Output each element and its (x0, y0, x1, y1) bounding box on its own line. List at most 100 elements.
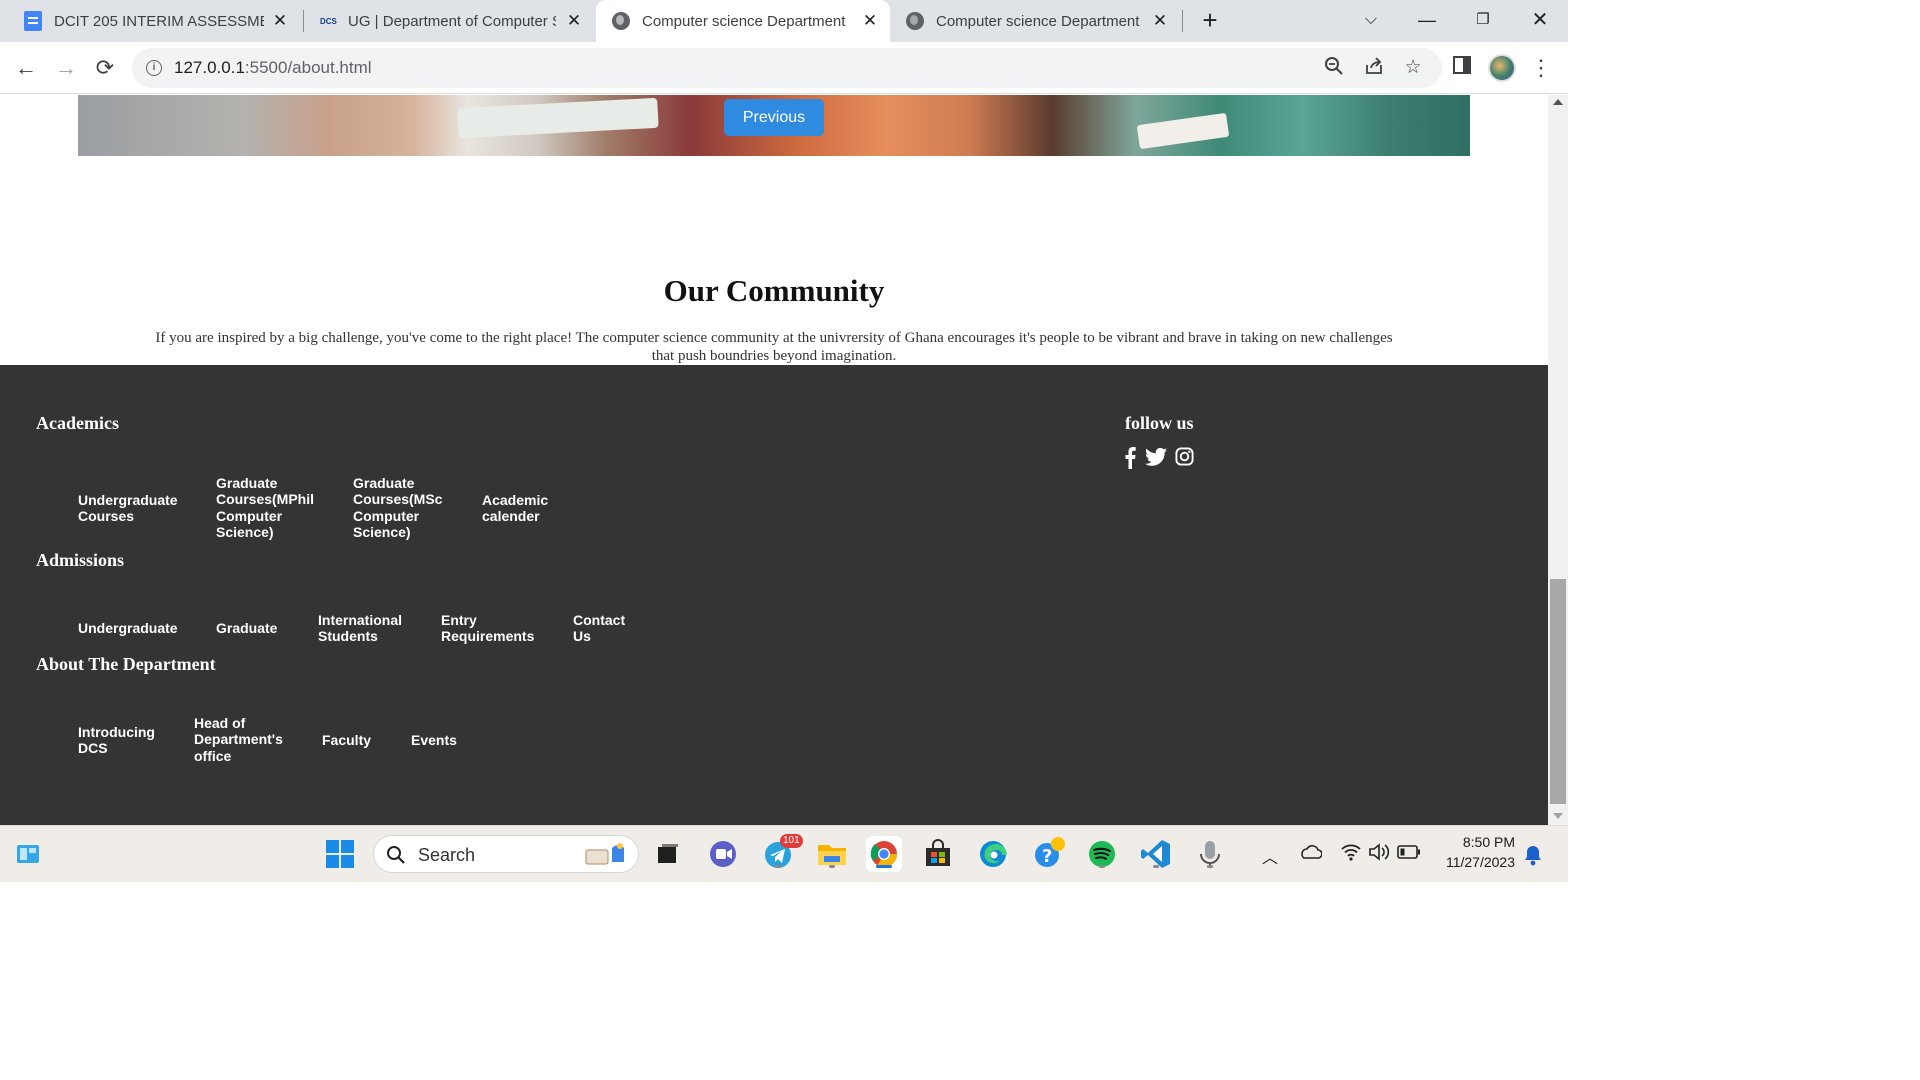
reload-button[interactable]: ⟳ (91, 54, 119, 82)
battery-icon[interactable] (1397, 844, 1421, 865)
url-text: 127.0.0.1:5500/about.html (174, 58, 372, 78)
close-icon[interactable]: ✕ (564, 11, 584, 31)
previous-button[interactable]: Previous (724, 99, 824, 136)
notification-bell-icon[interactable] (1523, 844, 1543, 871)
tab-ug-department[interactable]: DCS UG | Department of Computer S ✕ (304, 0, 594, 42)
edge-icon[interactable] (975, 836, 1011, 872)
globe-icon (612, 12, 630, 30)
hero-book-shape (457, 97, 659, 139)
footer-link-hod-office[interactable]: Head of Department's office (194, 715, 294, 764)
share-icon[interactable] (1362, 56, 1386, 80)
onedrive-icon[interactable] (1298, 842, 1323, 867)
clock-time[interactable]: 8:50 PM (1430, 834, 1515, 850)
bookmark-star-icon[interactable]: ☆ (1401, 56, 1425, 80)
tab-computer-science[interactable]: Computer science Department ✕ (890, 0, 1180, 42)
show-hidden-icons-chevron-icon[interactable]: ︿ (1262, 844, 1278, 868)
search-icon (387, 846, 405, 864)
chrome-icon[interactable] (866, 836, 902, 872)
url-host: 127.0.0.1 (174, 58, 245, 77)
close-icon[interactable]: ✕ (270, 11, 290, 31)
page-scrollbar[interactable] (1548, 95, 1568, 825)
new-tab-button[interactable]: + (1196, 6, 1224, 34)
microsoft-store-icon[interactable] (920, 836, 956, 872)
running-indicator (829, 865, 835, 868)
footer-link-undergraduate[interactable]: Undergraduate (78, 620, 188, 636)
footer-link-contact-us[interactable]: Contact Us (573, 612, 633, 645)
back-button[interactable]: ← (12, 54, 40, 82)
forward-button[interactable]: → (52, 54, 80, 82)
close-icon[interactable]: ✕ (860, 11, 880, 31)
running-indicator (1099, 865, 1105, 868)
scroll-down-arrow-icon[interactable] (1553, 813, 1563, 819)
community-description: If you are inspired by a big challenge, … (155, 330, 1393, 364)
teams-chat-icon[interactable] (705, 836, 741, 872)
active-indicator (876, 865, 892, 868)
telegram-icon[interactable]: 101 (760, 834, 803, 872)
footer-link-graduate[interactable]: Graduate (216, 620, 296, 636)
address-bar[interactable]: i 127.0.0.1:5500/about.html ☆ (132, 48, 1442, 88)
task-view-icon[interactable] (650, 836, 686, 872)
running-indicator (775, 865, 781, 868)
footer-link-international-students[interactable]: International Students (318, 612, 414, 645)
widgets-icon[interactable] (10, 836, 46, 872)
site-footer: Academics Undergraduate Courses Graduate… (0, 365, 1548, 825)
telegram-badge: 101 (780, 834, 803, 848)
footer-link-graduate-mphil[interactable]: Graduate Courses(MPhil Computer Science) (216, 475, 320, 540)
scrollbar-thumb[interactable] (1550, 579, 1566, 804)
browser-tab-strip: DCIT 205 INTERIM ASSESSMENT ✕ DCS UG | D… (0, 0, 1568, 42)
url-path: :5500/about.html (244, 58, 372, 77)
twitter-icon[interactable] (1145, 447, 1167, 469)
search-highlight-icon (585, 843, 624, 865)
hero-phone-shape (1136, 112, 1230, 150)
taskbar-search-box[interactable]: Search (373, 835, 639, 873)
clock-date[interactable]: 11/27/2023 (1430, 854, 1515, 870)
instagram-icon[interactable] (1175, 447, 1194, 469)
tab-title: DCIT 205 INTERIM ASSESSMENT (54, 12, 264, 30)
start-windows-icon[interactable] (322, 836, 358, 872)
profile-avatar[interactable] (1488, 54, 1516, 82)
tab-separator (1182, 10, 1183, 32)
tab-dcit-assessment[interactable]: DCIT 205 INTERIM ASSESSMENT ✕ (0, 0, 300, 42)
footer-link-faculty[interactable]: Faculty (322, 732, 392, 748)
get-help-icon[interactable]: ? (1030, 836, 1066, 872)
close-icon[interactable]: ✕ (1150, 11, 1170, 31)
side-panel-icon[interactable] (1448, 54, 1476, 82)
tab-title: UG | Department of Computer S (348, 12, 556, 30)
page-viewport: Previous Our Community If you are inspir… (0, 95, 1548, 825)
community-heading: Our Community (663, 273, 885, 308)
footer-heading-admissions: Admissions (36, 550, 125, 570)
ug-logo-icon: DCS (320, 16, 337, 26)
footer-link-entry-requirements[interactable]: Entry Requirements (441, 612, 541, 645)
globe-icon (906, 12, 924, 30)
site-info-icon[interactable]: i (146, 60, 162, 76)
svg-text:?: ? (1042, 846, 1052, 867)
footer-link-graduate-msc[interactable]: Graduate Courses(MSc Computer Science) (353, 475, 449, 540)
voice-recorder-icon[interactable] (1192, 836, 1228, 872)
search-placeholder: Search (418, 845, 476, 865)
restore-button[interactable]: ❐ (1463, 6, 1503, 34)
running-indicator (1207, 865, 1213, 868)
spotify-icon[interactable] (1084, 836, 1120, 872)
footer-link-undergraduate-courses[interactable]: Undergraduate Courses (78, 492, 188, 525)
minimize-button[interactable]: — (1407, 6, 1447, 34)
footer-link-academic-calender[interactable]: Academic calender (482, 492, 562, 525)
docs-icon (24, 11, 42, 31)
close-window-button[interactable]: ✕ (1520, 6, 1560, 34)
wifi-icon[interactable] (1340, 842, 1362, 867)
menu-kebab-icon[interactable]: ⋮ (1527, 54, 1555, 82)
volume-icon[interactable] (1368, 842, 1390, 867)
zoom-icon[interactable] (1322, 56, 1346, 80)
tab-search-chevron-icon[interactable]: ⌵ (1351, 6, 1391, 34)
windows-taskbar: Search 101 ? ︿ 8:50 PM 11/27/2023 (0, 825, 1568, 882)
browser-toolbar: ← → ⟳ i 127.0.0.1:5500/about.html ☆ ⋮ (0, 42, 1568, 94)
facebook-icon[interactable] (1124, 447, 1136, 469)
tab-computer-science-active[interactable]: Computer science Department ✕ (596, 0, 890, 42)
vscode-icon[interactable] (1138, 836, 1174, 872)
footer-link-introducing-dcs[interactable]: Introducing DCS (78, 724, 168, 757)
file-explorer-icon[interactable] (814, 836, 850, 872)
tab-title: Computer science Department (936, 12, 1140, 30)
running-indicator (1153, 865, 1159, 868)
scroll-up-arrow-icon[interactable] (1553, 99, 1563, 105)
footer-heading-academics: Academics (36, 413, 119, 433)
footer-link-events[interactable]: Events (411, 732, 481, 748)
